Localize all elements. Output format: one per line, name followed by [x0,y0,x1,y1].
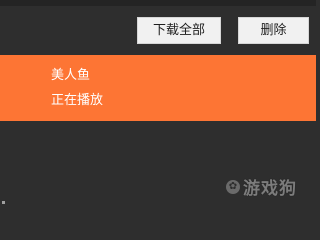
top-bar [0,0,316,6]
watermark: ✿ 游戏狗 [226,174,297,199]
download-all-button[interactable]: 下载全部 [137,17,221,44]
paw-icon: ✿ [226,179,240,194]
item-title: 美人鱼 [51,68,91,83]
watermark-text: 游戏狗 [243,179,297,199]
item-status: 正在播放 [51,93,104,108]
delete-button[interactable]: 删除 [238,17,309,44]
corner-dot [2,201,5,204]
list-item[interactable]: 美人鱼 正在播放 [0,55,316,121]
